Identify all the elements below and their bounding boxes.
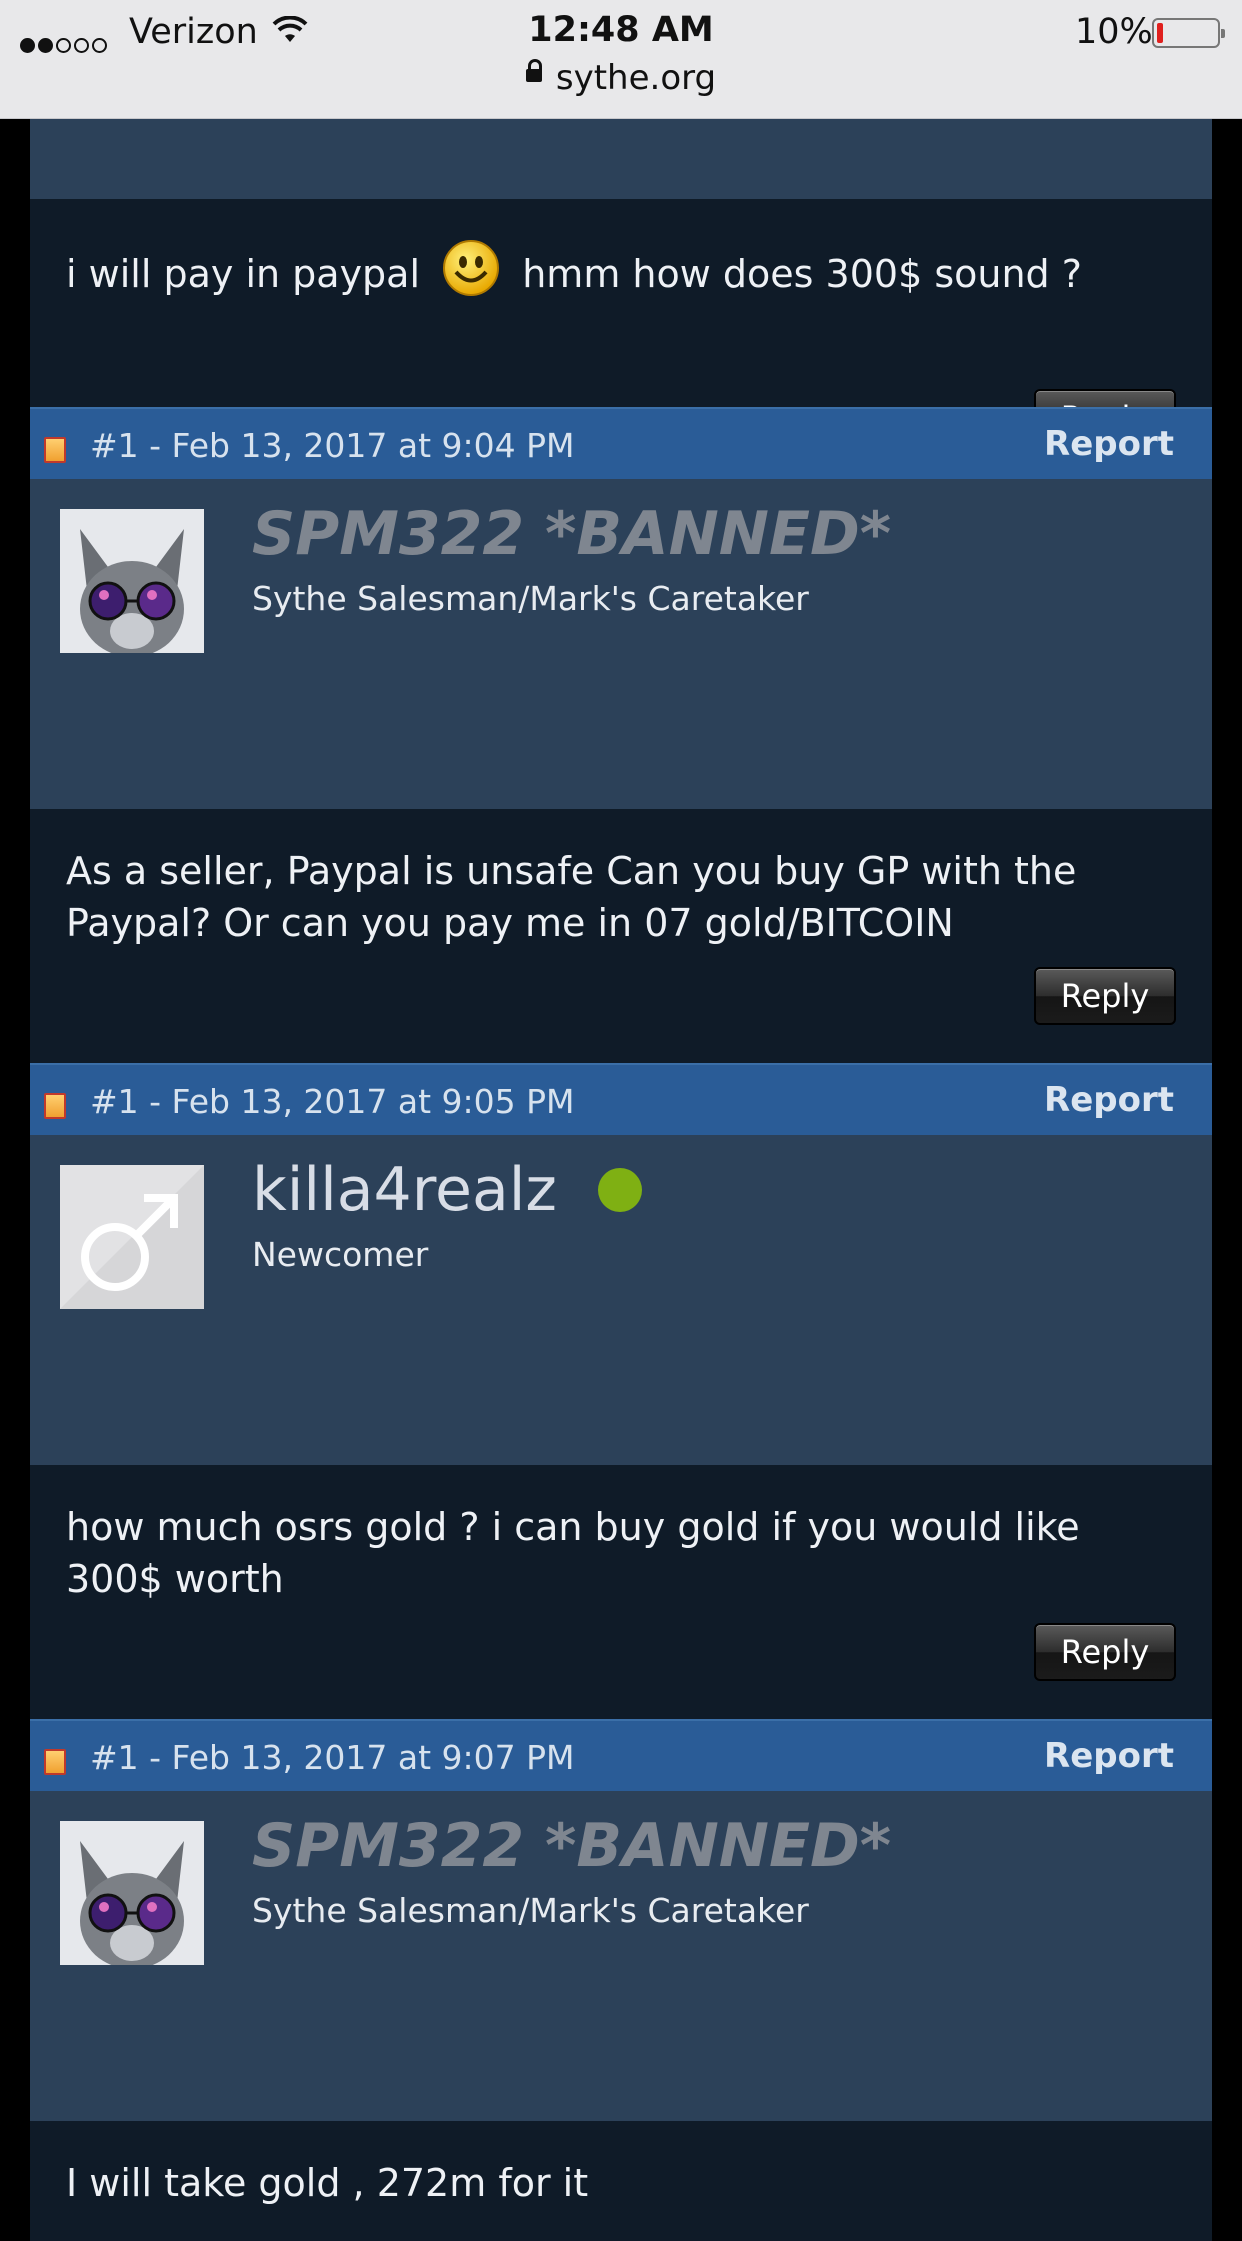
url-text: sythe.org [555,58,717,98]
user-info: SPM322 *BANNED* Sythe Salesman/Mark's Ca… [30,479,1212,809]
message-text: how much osrs gold ? i can buy gold if y… [66,1505,1080,1601]
avatar-cat-sunglasses-icon[interactable] [60,1821,204,1965]
battery-percent: 10% [1075,12,1153,52]
smiley-emoji-icon [443,240,500,296]
message-text: i will pay in paypal [66,252,421,296]
post-message: I will take gold , 272m for it [30,2121,1212,2241]
post-meta[interactable]: #1 - Feb 13, 2017 at 9:05 PM [90,1082,575,1121]
username-link[interactable]: SPM322 *BANNED* [252,499,891,569]
thread-content: i will pay in paypal hmm how does 300$ s… [30,119,1212,2241]
username-link[interactable]: SPM322 *BANNED* [252,1811,891,1881]
address-bar[interactable]: sythe.org [0,58,1242,98]
post-message: i will pay in paypal hmm how does 300$ s… [30,199,1212,447]
post-header: #1 - Feb 13, 2017 at 9:05 PM Report [30,1063,1212,1135]
browser-status-bar: Verizon 12:48 AM 10% sythe.org [0,0,1242,119]
post-status-icon [44,1093,66,1119]
user-block-partial [30,119,1212,199]
post-meta[interactable]: #1 - Feb 13, 2017 at 9:07 PM [90,1738,575,1777]
report-link[interactable]: Report [1044,1080,1174,1120]
battery-icon [1152,18,1225,48]
avatar-male-symbol-icon[interactable] [60,1165,204,1309]
reply-button[interactable]: Reply [1034,967,1176,1025]
post-meta[interactable]: #1 - Feb 13, 2017 at 9:04 PM [90,426,575,465]
user-title: Sythe Salesman/Mark's Caretaker [252,579,809,618]
online-status-icon [598,1168,642,1212]
user-title: Sythe Salesman/Mark's Caretaker [252,1891,809,1930]
username-link[interactable]: killa4realz [252,1155,557,1225]
post-message: how much osrs gold ? i can buy gold if y… [30,1465,1212,1719]
post-status-icon [44,1749,66,1775]
message-text-continued: hmm how does 300$ sound ? [522,252,1082,296]
lock-icon [525,59,542,82]
user-title: Newcomer [252,1235,429,1274]
avatar-cat-sunglasses-icon[interactable] [60,509,204,653]
clock: 12:48 AM [528,10,714,50]
message-text: As a seller, Paypal is unsafe Can you bu… [66,849,1077,945]
user-info: killa4realz Newcomer [30,1135,1212,1465]
post-status-icon [44,437,66,463]
report-link[interactable]: Report [1044,424,1174,464]
message-text: I will take gold , 272m for it [66,2161,589,2205]
post-header: #1 - Feb 13, 2017 at 9:07 PM Report [30,1719,1212,1791]
reply-button[interactable]: Reply [1034,1623,1176,1681]
post-message: As a seller, Paypal is unsafe Can you bu… [30,809,1212,1063]
report-link[interactable]: Report [1044,1736,1174,1776]
post-header: #1 - Feb 13, 2017 at 9:04 PM Report [30,407,1212,479]
user-info: SPM322 *BANNED* Sythe Salesman/Mark's Ca… [30,1791,1212,2121]
